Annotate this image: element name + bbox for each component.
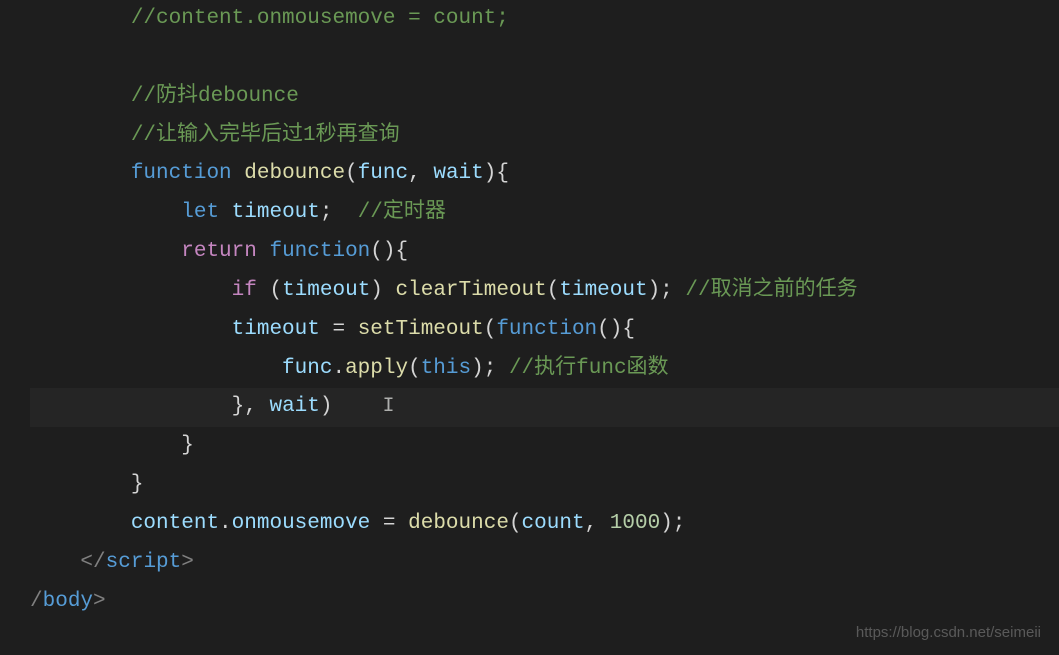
code-line: } (30, 466, 1059, 505)
variable: timeout (282, 279, 370, 302)
comment: //定时器 (358, 201, 446, 224)
variable: timeout (232, 201, 320, 224)
code-line: if (timeout) clearTimeout(timeout); //取消… (30, 272, 1059, 311)
code-line: function debounce(func, wait){ (30, 155, 1059, 194)
code-line: let timeout; //定时器 (30, 194, 1059, 233)
code-line: func.apply(this); //执行func函数 (30, 350, 1059, 389)
variable: content (131, 512, 219, 535)
function-name: debounce (244, 162, 345, 185)
comment: //取消之前的任务 (685, 279, 857, 302)
function-call: setTimeout (358, 318, 484, 341)
comment: //防抖debounce (131, 85, 299, 108)
variable: timeout (232, 318, 320, 341)
variable: func (282, 357, 332, 380)
function-call: clearTimeout (396, 279, 547, 302)
code-line: //content.onmousemove = count; (30, 0, 1059, 39)
function-call: debounce (408, 512, 509, 535)
keyword: function (496, 318, 597, 341)
code-line: /body> (30, 583, 1059, 622)
keyword: return (181, 240, 257, 263)
variable: wait (269, 395, 319, 418)
param: func (358, 162, 408, 185)
keyword: function (131, 162, 232, 185)
variable: onmousemove (232, 512, 371, 535)
code-line: </script> (30, 544, 1059, 583)
html-tag: script (106, 551, 182, 574)
code-line (30, 39, 1059, 78)
text-cursor-icon: I (335, 395, 395, 418)
code-line: //防抖debounce (30, 78, 1059, 117)
watermark: https://blog.csdn.net/seimeii (856, 619, 1041, 647)
keyword: this (421, 357, 471, 380)
variable: timeout (559, 279, 647, 302)
comment: //执行func函数 (509, 357, 669, 380)
keyword: if (232, 279, 257, 302)
html-tag: body (43, 590, 93, 613)
number: 1000 (610, 512, 660, 535)
param: wait (433, 162, 483, 185)
code-line: } (30, 427, 1059, 466)
keyword: function (269, 240, 370, 263)
variable: count (522, 512, 585, 535)
keyword: let (181, 201, 219, 224)
code-line: timeout = setTimeout(function(){ (30, 311, 1059, 350)
code-line: //让输入完毕后过1秒再查询 (30, 117, 1059, 156)
comment: //content.onmousemove = count; (131, 7, 509, 30)
comment: //让输入完毕后过1秒再查询 (131, 124, 400, 147)
code-line-active: }, wait) I (30, 388, 1059, 427)
code-editor[interactable]: //content.onmousemove = count; //防抖debou… (0, 0, 1059, 622)
code-line: content.onmousemove = debounce(count, 10… (30, 505, 1059, 544)
function-call: apply (345, 357, 408, 380)
code-line: return function(){ (30, 233, 1059, 272)
